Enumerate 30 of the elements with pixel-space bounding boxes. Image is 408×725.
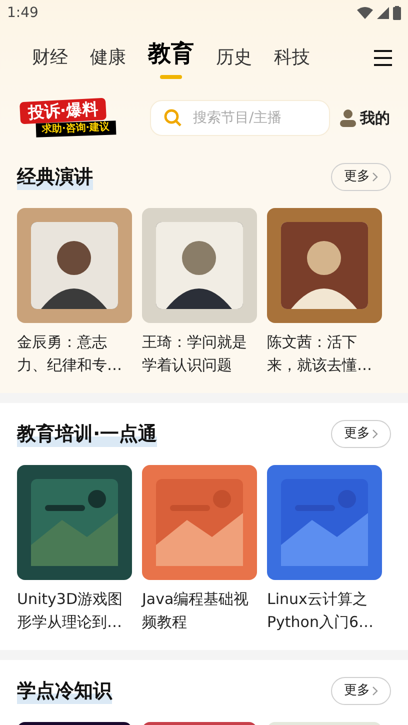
chevron-right-icon — [372, 172, 378, 182]
more-button[interactable]: 更多 — [331, 677, 391, 705]
category-tab[interactable]: 科技 — [274, 44, 310, 80]
card-title[interactable]: Unity3D游戏图形学从理论到… — [17, 588, 132, 634]
category-tab[interactable]: 健康 — [90, 44, 126, 80]
more-button[interactable]: 更多 — [331, 163, 391, 191]
card-title[interactable]: Java编程基础视频教程 — [142, 588, 257, 634]
search-field[interactable]: 搜索节目/主播 — [150, 100, 330, 136]
more-button[interactable]: 更多 — [331, 420, 391, 448]
section-title: 经典演讲 — [17, 164, 93, 190]
profile-button[interactable]: 我的 — [340, 106, 390, 130]
section-title: 教育培训·一点通 — [17, 421, 158, 447]
chevron-right-icon — [372, 686, 378, 696]
wifi-icon — [357, 7, 373, 19]
card-title[interactable]: 金辰勇：意志力、纪律和专… — [17, 331, 132, 377]
category-tab[interactable]: 教育 — [148, 36, 194, 80]
battery-icon — [393, 6, 401, 20]
card-title[interactable]: 王琦：学问就是学着认识问题 — [142, 331, 257, 377]
card-title[interactable]: 陈文茜：活下来，就该去懂… — [267, 331, 382, 377]
card-title[interactable]: Linux云计算之Python入门6… — [267, 588, 382, 634]
person-icon — [340, 109, 356, 127]
chevron-right-icon — [372, 429, 378, 439]
section-title: 学点冷知识 — [17, 678, 112, 704]
search-icon — [164, 109, 182, 127]
status-time: 1:49 — [7, 4, 38, 22]
category-tab[interactable]: 历史 — [216, 44, 252, 80]
signal-icon — [377, 7, 389, 19]
menu-icon[interactable] — [374, 50, 392, 66]
category-tab[interactable]: 财经 — [32, 44, 68, 80]
complaint-banner[interactable]: 投诉·爆料 求助·咨询·建议 — [20, 100, 138, 136]
